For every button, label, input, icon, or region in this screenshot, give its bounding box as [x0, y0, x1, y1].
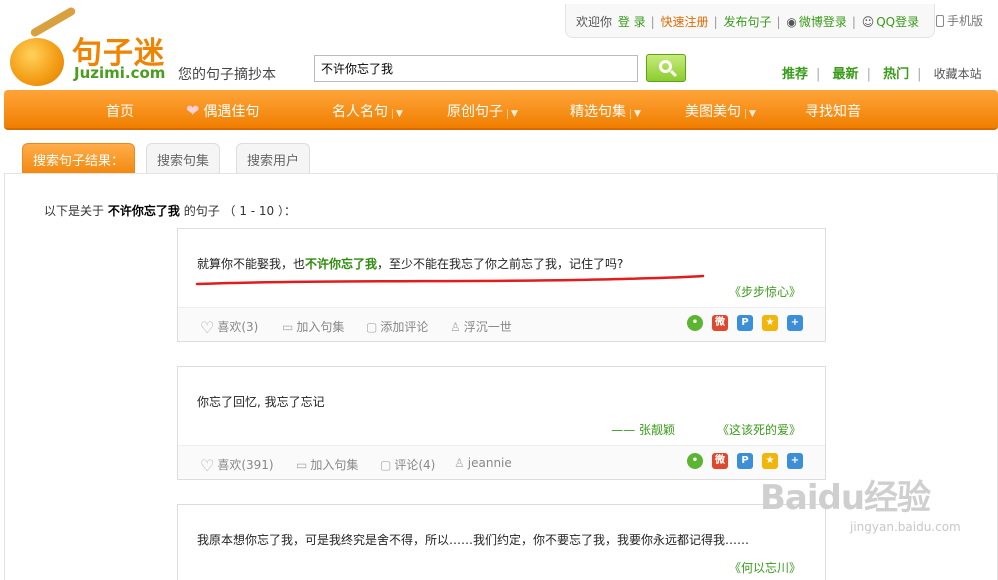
chevron-down-icon[interactable]: ▼: [392, 109, 403, 119]
comment-icon: ▢: [380, 458, 392, 472]
user-icon: ♙: [454, 456, 465, 470]
honey-pot-icon: [10, 38, 64, 86]
tab-sentences[interactable]: 搜索句子结果：: [22, 143, 136, 173]
user-link[interactable]: ♙ jeannie: [454, 456, 512, 470]
nav-random[interactable]: ❤ 偶遇佳句: [186, 101, 259, 121]
folder-icon: ▭: [296, 458, 308, 472]
heart-icon: ♡: [200, 456, 215, 475]
user-icon: ♙: [450, 320, 461, 334]
heart-icon: ❤: [186, 101, 200, 120]
nav-original[interactable]: 原创句子 ▼: [447, 101, 518, 121]
sentence-source[interactable]: 《何以忘川》: [729, 559, 801, 576]
result-summary: 以下是关于 不许你忘了我 的句子 （ 1 - 10 ）：: [44, 204, 296, 218]
publish-link[interactable]: 发布句子: [723, 15, 771, 29]
card-actions: ♡ 喜欢(3) ▭ 加入句集 ▢ 添加评论 ♙ 浮沉一世 • 微 P ★ +: [178, 307, 825, 341]
add-to-collection-button[interactable]: ▭ 加入句集: [282, 318, 344, 335]
chevron-down-icon[interactable]: ▼: [745, 109, 756, 119]
p-share-icon[interactable]: P: [737, 453, 753, 469]
register-link[interactable]: 快速注册: [661, 15, 709, 29]
nav-collections[interactable]: 精选句集 ▼: [570, 101, 641, 121]
tab-users[interactable]: 搜索用户: [236, 143, 311, 173]
sentence-text[interactable]: 我原本想你忘了我，可是我终究是舍不得，所以……我们约定，你不要忘了我，我要你永远…: [197, 531, 749, 548]
search-input[interactable]: [314, 55, 638, 82]
more-share-icon[interactable]: +: [787, 315, 803, 331]
comment-icon: ▢: [366, 320, 378, 334]
like-button[interactable]: ♡ 喜欢(391): [200, 456, 274, 475]
welcome-text: 欢迎你: [576, 15, 613, 29]
hot-link[interactable]: 热门: [883, 67, 909, 82]
qq-login-link[interactable]: QQ登录: [876, 15, 919, 29]
search-button[interactable]: [646, 54, 686, 82]
login-link[interactable]: 登 录: [618, 15, 646, 29]
p-share-icon[interactable]: P: [737, 315, 753, 331]
qzone-share-icon[interactable]: ★: [762, 315, 778, 331]
recommend-link[interactable]: 推荐: [782, 67, 808, 82]
add-to-collection-button[interactable]: ▭ 加入句集: [296, 456, 358, 473]
logo-en: Juzimi.com: [74, 64, 166, 82]
qq-icon: ☺: [861, 15, 875, 29]
wechat-share-icon[interactable]: •: [687, 453, 703, 469]
nav-friends[interactable]: 寻找知音: [805, 101, 861, 121]
user-link[interactable]: ♙ 浮沉一世: [450, 318, 512, 335]
sentence-author[interactable]: —— 张靓颖: [611, 421, 675, 438]
main-nav: 首页 ❤ 偶遇佳句 名人名句 ▼ 原创句子 ▼ 精选句集 ▼ 美图美句 ▼ 寻找知音: [4, 90, 998, 130]
like-button[interactable]: ♡ 喜欢(3): [200, 318, 258, 337]
weibo-login-link[interactable]: 微博登录: [799, 15, 847, 29]
heart-icon: ♡: [200, 318, 215, 337]
site-slogan: 您的句子摘抄本: [178, 67, 276, 83]
weibo-share-icon[interactable]: 微: [712, 315, 728, 331]
chevron-down-icon[interactable]: ▼: [630, 109, 641, 119]
sentence-card: 我原本想你忘了我，可是我终究是舍不得，所以……我们约定，你不要忘了我，我要你永远…: [177, 504, 826, 580]
wechat-share-icon[interactable]: •: [687, 315, 703, 331]
mobile-version-link[interactable]: 手机版: [936, 12, 983, 29]
weibo-share-icon[interactable]: 微: [712, 453, 728, 469]
weibo-icon: ◉: [786, 15, 797, 29]
nav-home[interactable]: 首页: [106, 101, 134, 121]
folder-icon: ▭: [282, 320, 294, 334]
share-bar: • 微 P ★ +: [678, 453, 803, 469]
chevron-down-icon[interactable]: ▼: [507, 109, 518, 119]
latest-link[interactable]: 最新: [833, 67, 859, 82]
top-user-bar: 欢迎你 登 录 | 快速注册 | 发布句子 | ◉ 微博登录 | ☺ QQ登录: [565, 4, 935, 38]
nav-famous[interactable]: 名人名句 ▼: [332, 101, 403, 121]
sentence-card: 你忘了回忆, 我忘了忘记 —— 张靓颖 《这该死的爱》 ♡ 喜欢(391) ▭ 加入…: [177, 366, 826, 480]
honey-spoon-icon: [29, 6, 77, 38]
qzone-share-icon[interactable]: ★: [762, 453, 778, 469]
comment-button[interactable]: ▢ 添加评论: [366, 318, 428, 335]
comment-button[interactable]: ▢ 评论(4): [380, 456, 435, 473]
more-share-icon[interactable]: +: [787, 453, 803, 469]
sentence-source[interactable]: 《步步惊心》: [729, 283, 801, 300]
phone-icon: [936, 15, 944, 27]
baidu-watermark: Baidu经验 jingyan.baidu.com: [760, 478, 961, 534]
quick-links: 推荐 | 最新 | 热门 | 收藏本站: [782, 67, 982, 82]
share-bar: • 微 P ★ +: [678, 315, 803, 331]
bookmark-link[interactable]: 收藏本站: [934, 67, 982, 81]
card-actions: ♡ 喜欢(391) ▭ 加入句集 ▢ 评论(4) ♙ jeannie • 微 P ★ +: [178, 445, 825, 479]
site-logo[interactable]: 句子迷 Juzimi.com: [8, 6, 178, 86]
sentence-source[interactable]: 《这该死的爱》: [717, 421, 801, 438]
red-underline-annotation: [195, 274, 705, 286]
nav-pictures[interactable]: 美图美句 ▼: [685, 101, 756, 121]
sentence-text[interactable]: 你忘了回忆, 我忘了忘记: [197, 393, 325, 410]
tab-collections[interactable]: 搜索句集: [146, 143, 221, 173]
